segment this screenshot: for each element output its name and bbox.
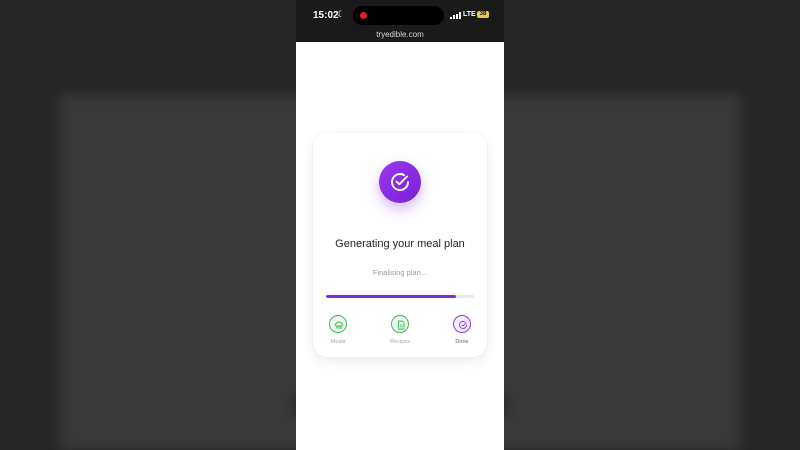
- progress-bar: [326, 295, 474, 298]
- document-icon: [398, 320, 405, 330]
- status-bar: 15:02 ☾ LTE 38 tryedible.com: [296, 0, 504, 42]
- chef-hat-icon: [334, 321, 344, 329]
- signal-icon: [450, 12, 462, 19]
- step-meals-label: Meals: [330, 339, 346, 345]
- phone-screen: 15:02 ☾ LTE 38 tryedible.com Generating …: [296, 0, 504, 450]
- check-circle-icon: [458, 320, 468, 329]
- step-done: Done: [442, 315, 482, 345]
- recording-icon: [360, 12, 367, 19]
- step-meals: Meals: [318, 315, 358, 345]
- step-meals-circle: [329, 315, 347, 333]
- status-time: 15:02: [313, 10, 339, 21]
- progress-card: Generating your meal plan Finalising pla…: [313, 133, 487, 357]
- card-subtitle: Finalising plan...: [372, 268, 428, 277]
- step-done-label: Done: [455, 339, 469, 345]
- address-bar-url[interactable]: tryedible.com: [296, 30, 504, 39]
- step-recipes: Recipes: [380, 315, 420, 345]
- focus-moon-icon: ☾: [337, 9, 346, 19]
- check-circle-icon: [379, 161, 421, 203]
- network-type: LTE: [463, 11, 476, 18]
- progress-fill: [326, 295, 457, 298]
- step-recipes-circle: [391, 315, 409, 333]
- dynamic-island: [353, 6, 444, 25]
- battery-icon: 38: [477, 11, 489, 18]
- step-done-circle: [453, 315, 471, 333]
- card-title: Generating your meal plan: [335, 238, 465, 250]
- step-recipes-label: Recipes: [390, 339, 410, 345]
